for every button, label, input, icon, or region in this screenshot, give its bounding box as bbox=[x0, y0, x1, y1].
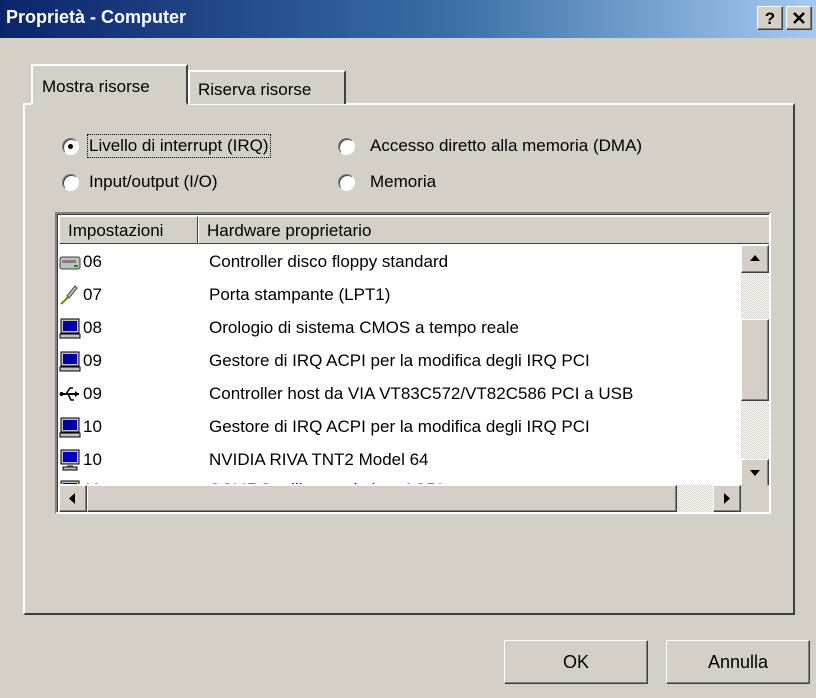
arrow-right-icon bbox=[724, 493, 730, 504]
row-setting: 07 bbox=[83, 285, 102, 304]
radio-irq-label: Livello di interrupt (IRQ) bbox=[87, 134, 271, 158]
column-header-settings[interactable]: Impostazioni bbox=[59, 216, 198, 244]
row-setting: 10 bbox=[83, 450, 102, 469]
row-hardware: NVIDIA RIVA TNT2 Model 64 bbox=[209, 450, 429, 469]
arrow-down-icon bbox=[750, 470, 760, 476]
window-title: Proprietà - Computer bbox=[6, 7, 187, 27]
tab-show-resources[interactable]: Mostra risorse bbox=[31, 64, 188, 105]
display-adapter-icon bbox=[60, 449, 80, 471]
help-button[interactable]: ? bbox=[757, 6, 783, 30]
radio-io-label: Input/output (I/O) bbox=[89, 172, 218, 191]
row-hardware: Controller disco floppy standard bbox=[209, 252, 449, 271]
radio-dma-label: Accesso diretto alla memoria (DMA) bbox=[370, 136, 643, 155]
tab-reserve-resources[interactable]: Riserva risorse bbox=[188, 70, 346, 104]
tab-label: Riserva risorse bbox=[198, 80, 312, 99]
scroll-down-button[interactable] bbox=[741, 459, 769, 487]
system-device-icon bbox=[59, 318, 81, 339]
column-header-hardware[interactable]: Hardware proprietario bbox=[198, 216, 769, 244]
row-hardware: Gestore di IRQ ACPI per la modifica degl… bbox=[209, 417, 590, 436]
vertical-scrollbar[interactable] bbox=[741, 245, 769, 487]
row-setting: 09 bbox=[83, 351, 102, 370]
horizontal-scroll-thumb[interactable] bbox=[87, 485, 677, 512]
ok-button[interactable]: OK bbox=[504, 640, 648, 684]
row-setting: 08 bbox=[83, 318, 102, 337]
close-icon bbox=[793, 12, 805, 24]
usb-icon bbox=[59, 387, 79, 401]
radio-irq-indicator[interactable] bbox=[62, 138, 79, 155]
system-device-icon bbox=[59, 417, 81, 438]
row-hardware: Orologio di sistema CMOS a tempo reale bbox=[209, 318, 519, 337]
title-bar[interactable]: Proprietà - Computer ? bbox=[0, 0, 816, 38]
row-hardware: SCI IRQ utilizzato da bus ACPI bbox=[209, 473, 442, 484]
scroll-right-button[interactable] bbox=[713, 485, 741, 512]
row-setting: 11 bbox=[83, 473, 101, 484]
list-rows: 06 Controller disco floppy standard 07 P… bbox=[59, 245, 739, 484]
radio-memory-indicator[interactable] bbox=[338, 174, 355, 191]
row-setting: 10 bbox=[83, 417, 102, 436]
row-setting: 06 bbox=[83, 252, 102, 271]
row-hardware: Gestore di IRQ ACPI per la modifica degl… bbox=[209, 351, 590, 370]
resource-list[interactable]: Impostazioni Hardware proprietario 06 Co… bbox=[55, 212, 771, 514]
scroll-up-button[interactable] bbox=[741, 245, 769, 273]
radio-io-indicator[interactable] bbox=[62, 174, 79, 191]
radio-dma-indicator[interactable] bbox=[338, 138, 355, 155]
horizontal-scrollbar[interactable] bbox=[59, 485, 741, 512]
floppy-drive-icon bbox=[59, 256, 81, 270]
row-hardware: Controller host da VIA VT83C572/VT82C586… bbox=[209, 384, 634, 403]
close-button[interactable] bbox=[786, 6, 812, 30]
properties-dialog: Proprietà - Computer ? Mostra risorse Ri… bbox=[0, 0, 816, 698]
scroll-left-button[interactable] bbox=[59, 485, 87, 512]
arrow-up-icon bbox=[750, 255, 760, 261]
printer-port-icon bbox=[60, 285, 78, 305]
row-setting: 09 bbox=[83, 384, 102, 403]
vertical-scroll-thumb[interactable] bbox=[741, 319, 769, 401]
radio-memory-label: Memoria bbox=[370, 172, 437, 191]
arrow-left-icon bbox=[69, 493, 75, 504]
system-device-icon bbox=[59, 351, 81, 372]
tab-label: Mostra risorse bbox=[42, 77, 150, 96]
system-device-icon bbox=[60, 480, 80, 484]
scrollbar-corner bbox=[741, 485, 769, 512]
cancel-button[interactable]: Annulla bbox=[666, 640, 810, 684]
row-hardware: Porta stampante (LPT1) bbox=[209, 285, 391, 304]
